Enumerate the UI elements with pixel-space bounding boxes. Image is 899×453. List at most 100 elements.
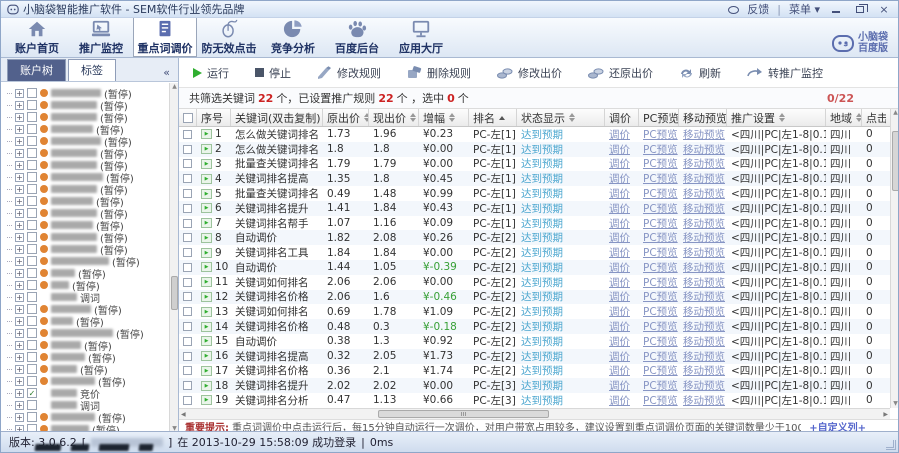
row-play-button[interactable]: ▶ — [201, 366, 212, 376]
pc-preview-link[interactable]: PC预览 — [643, 275, 678, 290]
keyword-cell[interactable]: 关键词排名提高 — [231, 171, 323, 186]
column-header-status[interactable]: 状态显示 — [517, 109, 605, 126]
mobile-preview-link[interactable]: 移动预览 — [683, 186, 725, 201]
tree-checkbox[interactable] — [27, 328, 37, 338]
adjust-link[interactable]: 调价 — [609, 275, 630, 290]
row-play-button[interactable]: ▶ — [201, 292, 212, 302]
tree-checkbox[interactable] — [27, 148, 37, 158]
scroll-down-icon[interactable]: ▼ — [892, 400, 899, 408]
keyword-cell[interactable]: 关键词如何排名 — [231, 275, 323, 290]
table-row[interactable]: ▶11 关键词如何排名 2.06 2.06 ¥0.00 PC-左[2] 达到预期… — [179, 275, 899, 290]
tree-item[interactable]: + (暂停) — [7, 159, 169, 171]
adjust-link[interactable]: 调价 — [609, 289, 630, 304]
pc-preview-link[interactable]: PC预览 — [643, 363, 678, 378]
table-row[interactable]: ▶19 关键词排名分析 0.47 1.13 ¥0.66 PC-左[3] 达到预期… — [179, 393, 899, 408]
pc-preview-link[interactable]: PC预览 — [643, 186, 678, 201]
table-row[interactable]: ▶5 批量查关键词排名 0.49 1.48 ¥0.99 PC-左[1] 达到预期… — [179, 186, 899, 201]
mobile-preview-link[interactable]: 移动预览 — [683, 156, 725, 171]
mobile-preview-link[interactable]: 移动预览 — [683, 334, 725, 349]
menu-button[interactable]: 菜单 ▾ — [789, 1, 820, 17]
delete-rule-button[interactable]: 删除规则 — [407, 65, 471, 81]
row-checkbox[interactable] — [183, 248, 192, 257]
expand-icon[interactable]: + — [15, 185, 24, 194]
tree-checkbox[interactable] — [27, 268, 37, 278]
keyword-cell[interactable]: 关键词排名工具 — [231, 245, 323, 260]
row-checkbox[interactable] — [183, 233, 192, 242]
pc-preview-link[interactable]: PC预览 — [643, 319, 678, 334]
table-scrollbar-horizontal[interactable]: ◀ ▶ — [179, 408, 890, 419]
expand-icon[interactable]: + — [15, 305, 24, 314]
row-checkbox[interactable] — [183, 174, 192, 183]
scroll-up-icon[interactable]: ▲ — [892, 109, 899, 117]
tree-item[interactable]: + (暂停) — [7, 219, 169, 231]
keyword-cell[interactable]: 自动调价 — [231, 260, 323, 275]
tree-checkbox[interactable] — [27, 340, 37, 350]
tree-item[interactable]: + (暂停) — [7, 315, 169, 327]
tree-checkbox[interactable] — [27, 88, 37, 98]
keyword-cell[interactable]: 关键词排名价格 — [231, 363, 323, 378]
adjust-link[interactable]: 调价 — [609, 245, 630, 260]
row-checkbox[interactable] — [183, 145, 192, 154]
adjust-link[interactable]: 调价 — [609, 393, 630, 408]
tree-checkbox[interactable] — [27, 304, 37, 314]
expand-icon[interactable]: + — [15, 221, 24, 230]
expand-icon[interactable]: + — [15, 137, 24, 146]
restore-bid-button[interactable]: 还原出价 — [588, 65, 653, 81]
row-play-button[interactable]: ▶ — [201, 248, 212, 258]
row-play-button[interactable]: ▶ — [201, 203, 212, 213]
keyword-cell[interactable]: 关键词排名提高 — [231, 349, 323, 364]
tree-checkbox[interactable] — [27, 292, 37, 302]
tree-item[interactable]: + (暂停) — [7, 87, 169, 99]
expand-icon[interactable]: + — [15, 281, 24, 290]
nav-tab-invalid-click[interactable]: 防无效点击 — [197, 18, 261, 57]
tree-checkbox[interactable] — [27, 208, 37, 218]
column-header-index[interactable]: 序号 — [197, 109, 231, 126]
mobile-preview-link[interactable]: 移动预览 — [683, 230, 725, 245]
table-row[interactable]: ▶9 关键词排名工具 1.84 1.84 ¥0.00 PC-左[2] 达到预期 … — [179, 245, 899, 260]
expand-icon[interactable]: + — [15, 329, 24, 338]
row-play-button[interactable]: ▶ — [201, 189, 212, 199]
keyword-cell[interactable]: 关键词排名价格 — [231, 319, 323, 334]
row-checkbox[interactable] — [183, 292, 192, 301]
tree-checkbox[interactable] — [27, 280, 37, 290]
row-play-button[interactable]: ▶ — [201, 129, 212, 139]
table-row[interactable]: ▶13 关键词如何排名 0.69 1.78 ¥1.09 PC-左[2] 达到预期… — [179, 304, 899, 319]
table-row[interactable]: ▶17 关键词排名价格 0.36 2.1 ¥1.74 PC-左[2] 达到预期 … — [179, 364, 899, 379]
tree-item[interactable]: + (暂停) — [7, 147, 169, 159]
table-row[interactable]: ▶3 批量查关键词排名 1.79 1.79 ¥0.00 PC-左[1] 达到预期… — [179, 157, 899, 172]
pc-preview-link[interactable]: PC预览 — [643, 289, 678, 304]
row-play-button[interactable]: ▶ — [201, 218, 212, 228]
tree-checkbox[interactable] — [27, 376, 37, 386]
tree-item[interactable]: + 调词 — [7, 291, 169, 303]
column-header-clicks[interactable]: 点击 — [862, 109, 886, 126]
row-play-button[interactable]: ▶ — [201, 277, 212, 287]
keyword-cell[interactable]: 关键词排名提升 — [231, 378, 323, 393]
expand-icon[interactable]: + — [15, 269, 24, 278]
nav-tab-promotion-monitor[interactable]: 推广监控 — [69, 18, 133, 57]
scroll-up-icon[interactable]: ▲ — [171, 83, 178, 91]
row-play-button[interactable]: ▶ — [201, 351, 212, 361]
mobile-preview-link[interactable]: 移动预览 — [683, 393, 725, 408]
tree-item[interactable]: + (暂停) — [7, 123, 169, 135]
row-play-button[interactable]: ▶ — [201, 395, 212, 405]
pc-preview-link[interactable]: PC预览 — [643, 201, 678, 216]
expand-icon[interactable]: + — [15, 377, 24, 386]
row-play-button[interactable]: ▶ — [201, 336, 212, 346]
adjust-link[interactable]: 调价 — [609, 142, 630, 157]
tree-item[interactable]: + (暂停) — [7, 99, 169, 111]
tree-checkbox[interactable] — [27, 160, 37, 170]
tab-labels[interactable]: 标签 — [68, 59, 116, 81]
nav-tab-account-home[interactable]: 账户首页 — [5, 18, 69, 57]
nav-tab-app-hall[interactable]: 应用大厅 — [389, 18, 453, 57]
row-play-button[interactable]: ▶ — [201, 262, 212, 272]
adjust-link[interactable]: 调价 — [609, 363, 630, 378]
row-play-button[interactable]: ▶ — [201, 322, 212, 332]
pc-preview-link[interactable]: PC预览 — [643, 304, 678, 319]
restore-button[interactable] — [852, 3, 868, 16]
table-row[interactable]: ▶16 关键词排名提高 0.32 2.05 ¥1.73 PC-左[2] 达到预期… — [179, 349, 899, 364]
column-header-mobile-preview[interactable]: 移动预览 — [679, 109, 727, 126]
table-row[interactable]: ▶8 自动调价 1.82 2.08 ¥0.26 PC-左[2] 达到预期 调价 … — [179, 230, 899, 245]
stop-button[interactable]: 停止 — [255, 65, 291, 81]
nav-tab-competition-analysis[interactable]: 竞争分析 — [261, 18, 325, 57]
row-checkbox[interactable] — [183, 189, 192, 198]
